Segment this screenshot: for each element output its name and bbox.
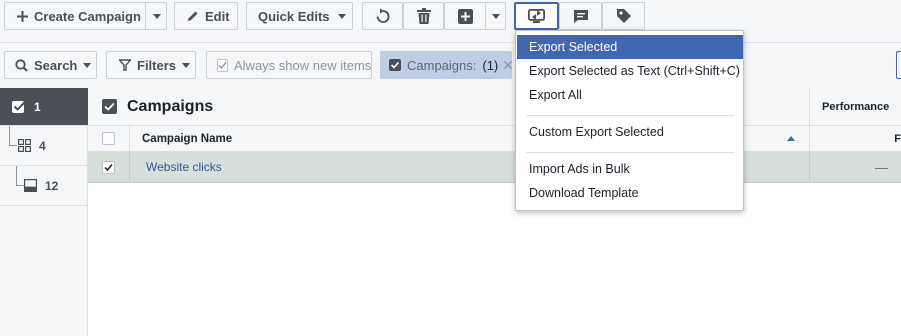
nav-ads[interactable]: 12	[0, 166, 88, 206]
filters-label: Filters	[137, 57, 177, 73]
history-button[interactable]	[362, 2, 403, 30]
select-all-cell	[88, 126, 130, 151]
performance-subheader: F	[809, 126, 901, 151]
filter-funnel-icon	[119, 59, 131, 71]
campaigns-check-icon	[102, 99, 117, 114]
duplicate-dropdown-caret[interactable]	[492, 14, 500, 19]
campaigns-filter-chip[interactable]: Campaigns: (1)	[380, 51, 513, 79]
campaign-check-icon	[12, 100, 26, 113]
close-icon[interactable]	[504, 61, 513, 69]
filters-button[interactable]: Filters	[106, 51, 196, 79]
table-row[interactable]: Website clicks —	[88, 152, 901, 183]
report-button[interactable]	[559, 2, 602, 30]
comment-icon	[573, 9, 589, 24]
export-import-menu: Export Selected Export Selected as Text …	[515, 30, 744, 211]
create-campaign-button[interactable]: Create Campaign	[4, 2, 167, 30]
search-icon	[15, 58, 28, 72]
plus-icon	[17, 10, 28, 22]
filters-caret-icon	[182, 62, 191, 68]
performance-label: Performance	[822, 100, 890, 113]
tag-icon	[616, 8, 632, 24]
campaign-name-label: Campaign Name	[142, 132, 233, 145]
filter-bar: Search Filters Always show new items Cam…	[0, 42, 901, 88]
pencil-icon	[187, 10, 199, 22]
menu-export-all[interactable]: Export All	[517, 83, 743, 107]
menu-export-selected[interactable]: Export Selected	[517, 35, 743, 59]
duplicate-button[interactable]	[444, 2, 506, 30]
chip-label: Campaigns:	[407, 57, 477, 73]
tree-connector	[16, 166, 24, 186]
export-import-icon	[528, 8, 545, 24]
delete-button[interactable]	[403, 2, 444, 30]
edit-button[interactable]: Edit	[174, 2, 238, 30]
column-header-row: Campaign Name F	[88, 126, 901, 152]
page-title: Campaigns	[127, 97, 214, 115]
search-button[interactable]: Search	[4, 51, 97, 79]
edit-label: Edit	[205, 8, 230, 24]
always-show-checkbox[interactable]	[217, 58, 228, 72]
nav-campaigns[interactable]: 1	[0, 88, 88, 126]
ad-icon	[24, 179, 37, 192]
nav-ads-count: 12	[45, 178, 59, 193]
quick-edits-caret-icon	[337, 13, 346, 19]
row-select-cell	[88, 152, 130, 182]
search-caret-icon	[83, 62, 92, 68]
quick-edits-label: Quick Edits	[258, 8, 330, 24]
chip-checkbox-icon	[389, 59, 401, 71]
nav-adsets-count: 4	[39, 138, 46, 153]
duplicate-divider	[485, 3, 486, 29]
menu-custom-export-selected[interactable]: Custom Export Selected	[517, 120, 743, 144]
create-campaign-divider	[145, 3, 146, 29]
menu-export-selected-as-text[interactable]: Export Selected as Text (Ctrl+Shift+C)	[517, 59, 743, 83]
always-show-new-items-toggle[interactable]: Always show new items	[206, 51, 372, 79]
trash-icon	[416, 8, 431, 24]
toolbar: Create Campaign Edit Quick Edits	[0, 0, 901, 42]
search-label: Search	[34, 57, 78, 73]
row-checkbox[interactable]	[102, 160, 115, 174]
adset-grid-icon	[18, 139, 31, 152]
performance-value: —	[875, 159, 888, 175]
campaigns-grid: Campaigns Performance Campaign Name F We…	[88, 88, 901, 336]
chip-count: (1)	[482, 57, 499, 73]
duplicate-icon	[458, 8, 473, 24]
tag-button[interactable]	[602, 2, 645, 30]
performance-column-header[interactable]: Performance	[809, 88, 901, 126]
quick-edits-button[interactable]: Quick Edits	[246, 2, 353, 30]
menu-download-template[interactable]: Download Template	[517, 181, 743, 205]
nav-campaigns-count: 1	[34, 99, 41, 114]
export-import-button[interactable]	[514, 2, 559, 30]
sort-ascending-icon[interactable]	[787, 136, 795, 141]
undo-icon	[375, 8, 391, 24]
menu-import-ads-in-bulk[interactable]: Import Ads in Bulk	[517, 157, 743, 181]
nav-adsets[interactable]: 4	[0, 126, 88, 166]
right-edge-button[interactable]	[896, 51, 901, 79]
create-campaign-label: Create Campaign	[34, 8, 141, 24]
tree-connector	[9, 126, 17, 146]
campaign-name-link[interactable]: Website clicks	[146, 160, 222, 174]
performance-cell: —	[809, 152, 901, 182]
create-campaign-dropdown-caret[interactable]	[153, 14, 161, 19]
always-show-label: Always show new items	[234, 57, 372, 73]
select-all-checkbox[interactable]	[102, 132, 115, 145]
menu-separator	[526, 115, 734, 116]
menu-separator	[526, 152, 734, 153]
level-nav: 1 4 12	[0, 88, 88, 336]
performance-subheader-label: F	[894, 132, 901, 145]
